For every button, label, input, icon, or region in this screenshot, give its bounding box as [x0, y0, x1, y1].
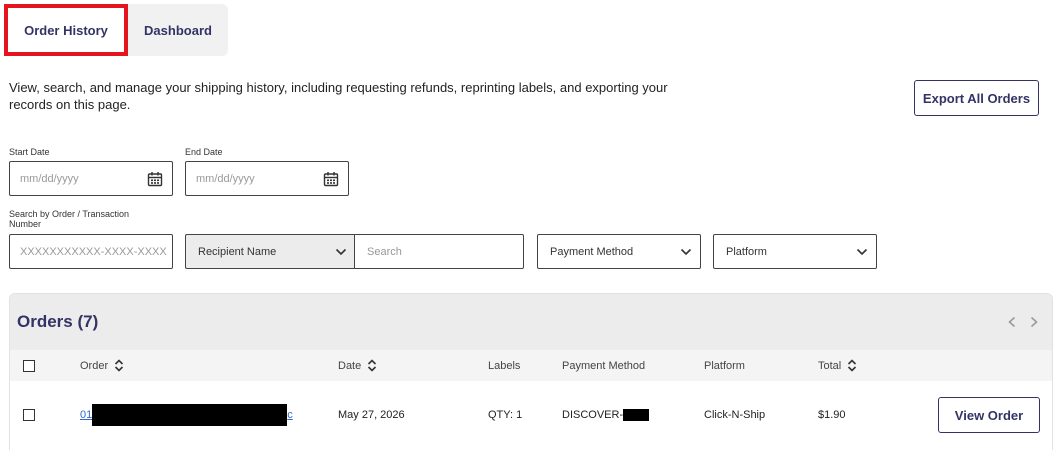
- column-payment-method: Payment Method: [562, 359, 646, 372]
- calendar-icon[interactable]: [323, 171, 339, 187]
- tab-dashboard[interactable]: Dashboard: [128, 4, 228, 56]
- chevron-down-icon: [680, 248, 692, 255]
- start-date-label: Start Date: [9, 147, 50, 157]
- order-labels: QTY: 1: [488, 409, 523, 421]
- order-date: May 27, 2026: [338, 409, 405, 421]
- order-search-label: Search by Order / Transaction Number: [9, 209, 130, 229]
- search-placeholder: Search: [367, 245, 402, 258]
- chevron-down-icon: [856, 248, 868, 255]
- column-order[interactable]: Order: [80, 350, 124, 381]
- order-number-input[interactable]: XXXXXXXXXXX-XXXX-XXXX: [9, 234, 173, 269]
- chevron-right-icon[interactable]: [1030, 316, 1038, 328]
- table-row: 01 c May 27, 2026 QTY: 1 DISCOVER- Click-…: [10, 381, 1052, 449]
- platform-select[interactable]: Platform: [713, 234, 877, 269]
- chevron-down-icon: [335, 248, 347, 255]
- column-labels: Labels: [488, 359, 521, 372]
- column-date[interactable]: Date: [338, 350, 377, 381]
- order-number-link[interactable]: 01 c: [80, 381, 293, 449]
- column-total[interactable]: Total: [818, 350, 857, 381]
- orders-panel: Orders (7) Order Date Labels Payment Met…: [9, 293, 1053, 450]
- page-description: View, search, and manage your shipping h…: [9, 80, 668, 112]
- view-order-button[interactable]: View Order: [938, 397, 1040, 433]
- start-date-placeholder: mm/dd/yyyy: [20, 172, 79, 185]
- order-platform: Click-N-Ship: [704, 409, 766, 421]
- row-checkbox[interactable]: [23, 409, 35, 421]
- end-date-placeholder: mm/dd/yyyy: [196, 172, 255, 185]
- tab-order-history[interactable]: Order History: [4, 4, 128, 56]
- sort-icon[interactable]: [114, 359, 124, 372]
- redacted-order-number: [92, 404, 288, 426]
- table-header: Order Date Labels Payment Method Platfor…: [10, 350, 1052, 381]
- redacted-card-digits: [623, 409, 650, 421]
- column-platform: Platform: [704, 359, 745, 372]
- pager: [1008, 316, 1038, 328]
- select-all-checkbox[interactable]: [23, 359, 35, 372]
- order-payment: DISCOVER-: [562, 381, 650, 449]
- payment-method-select[interactable]: Payment Method: [537, 234, 701, 269]
- start-date-field[interactable]: mm/dd/yyyy: [9, 161, 173, 196]
- calendar-icon[interactable]: [147, 171, 163, 187]
- orders-header: Orders (7): [10, 294, 1052, 350]
- recipient-select[interactable]: Recipient Name: [185, 234, 355, 269]
- search-input[interactable]: Search: [354, 234, 524, 269]
- chevron-left-icon[interactable]: [1008, 316, 1016, 328]
- order-total: $1.90: [818, 409, 846, 421]
- orders-title: Orders (7): [17, 312, 99, 331]
- order-number-placeholder: XXXXXXXXXXX-XXXX-XXXX: [20, 245, 167, 258]
- sort-icon[interactable]: [367, 359, 377, 372]
- end-date-label: End Date: [185, 147, 223, 157]
- sort-icon[interactable]: [847, 359, 857, 372]
- export-all-orders-button[interactable]: Export All Orders: [914, 80, 1039, 116]
- end-date-field[interactable]: mm/dd/yyyy: [185, 161, 349, 196]
- tab-bar: Order History Dashboard: [4, 4, 228, 56]
